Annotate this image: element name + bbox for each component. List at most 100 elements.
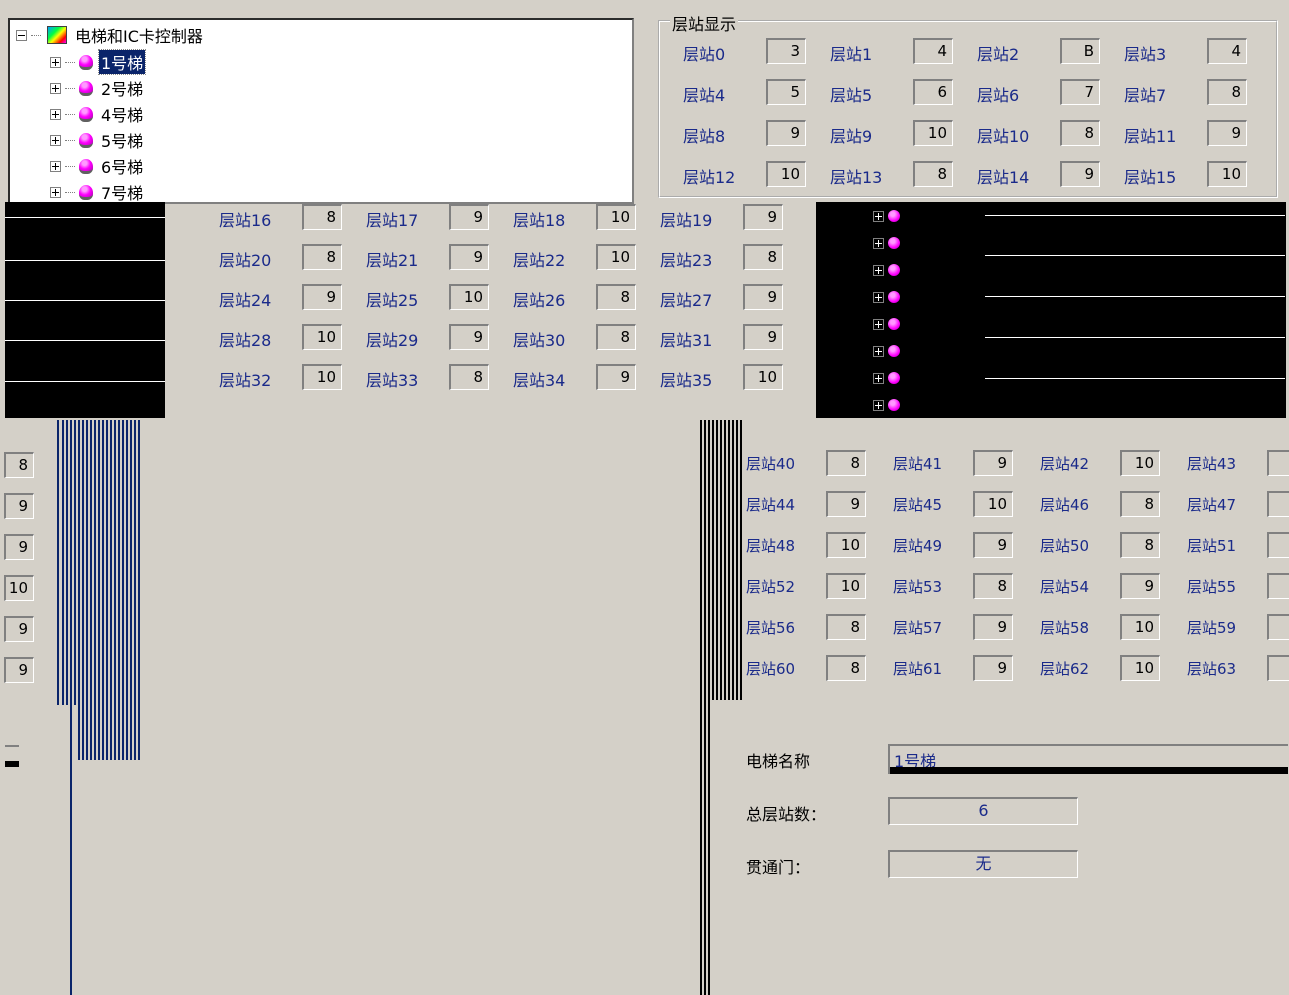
elevator-icon [888, 264, 900, 276]
station-value: 9 [973, 614, 1013, 640]
expand-icon [873, 291, 884, 303]
station-value: 8 [1207, 79, 1247, 105]
station-value: 10 [596, 204, 636, 230]
station-label: 层站34 [513, 371, 566, 390]
total-floors-label: 总层站数： [746, 805, 827, 824]
station-value: 9 [1060, 161, 1100, 187]
elevator-icon [79, 80, 93, 96]
station-label: 层站7 [1124, 86, 1167, 105]
station-label: 层站63 [1187, 660, 1237, 678]
station-value: 9 [743, 324, 783, 350]
station-label: 层站52 [746, 578, 796, 596]
artifact-line [985, 255, 1285, 256]
tree-item-artifact [873, 399, 900, 411]
station-label: 层站1 [830, 45, 873, 64]
station-label: 层站17 [366, 211, 419, 230]
elevator-icon [888, 372, 900, 384]
station-label: 层站3 [1124, 45, 1167, 64]
elevator-tree[interactable]: 电梯和IC卡控制器 1号梯 2号梯 4号梯 5号梯 6号梯 7号梯 [8, 18, 634, 204]
station-value: 10 [1120, 614, 1160, 640]
station-label: 层站62 [1040, 660, 1090, 678]
station-label: 层站28 [219, 331, 272, 350]
station-value: 8 [1060, 120, 1100, 146]
station-label: 层站18 [513, 211, 566, 230]
total-floors-field[interactable]: 6 [888, 797, 1078, 825]
artifact-line [106, 420, 108, 760]
tree-connector [31, 34, 41, 36]
station-value: 10 [302, 364, 342, 390]
expand-icon[interactable] [50, 82, 61, 94]
station-value: 8 [826, 614, 866, 640]
station-label: 层站9 [830, 127, 873, 146]
elevator-icon [79, 184, 93, 200]
station-label: 层站44 [746, 496, 796, 514]
station-label: 层站51 [1187, 537, 1237, 555]
station-label: 层站30 [513, 331, 566, 350]
station-label: 层站48 [746, 537, 796, 555]
artifact-line [94, 420, 96, 760]
artifact-line [98, 420, 100, 760]
station-value: 10 [826, 532, 866, 558]
tree-root[interactable]: 电梯和IC卡控制器 [16, 23, 205, 47]
station-value [1267, 532, 1289, 558]
station-value: 10 [1207, 161, 1247, 187]
expand-icon[interactable] [50, 56, 61, 68]
elevator-icon [888, 318, 900, 330]
elevator-icon [888, 210, 900, 222]
tree-item[interactable]: 5号梯 [50, 128, 145, 152]
tree-item[interactable]: 1号梯 [50, 49, 147, 75]
station-value: 9 [743, 284, 783, 310]
tree-item-artifact [873, 291, 900, 303]
artifact-bar [890, 767, 1288, 774]
tree-item[interactable]: 6号梯 [50, 154, 145, 178]
through-door-field[interactable]: 无 [888, 850, 1078, 878]
station-value [1267, 614, 1289, 640]
station-label: 层站54 [1040, 578, 1090, 596]
artifact-line [708, 420, 710, 995]
artifact-line [110, 420, 112, 760]
tree-item[interactable]: 2号梯 [50, 76, 145, 100]
station-label: 层站61 [893, 660, 943, 678]
station-value: 8 [596, 324, 636, 350]
elevator-name-field[interactable]: 1号梯 [888, 744, 1288, 774]
tree-item-label: 1号梯 [97, 49, 147, 75]
tree-item[interactable]: 4号梯 [50, 102, 145, 126]
station-label: 层站12 [683, 168, 736, 187]
station-label: 层站2 [977, 45, 1020, 64]
station-value: 10 [743, 364, 783, 390]
station-label: 层站55 [1187, 578, 1237, 596]
station-value: 8 [449, 364, 489, 390]
expand-icon[interactable] [50, 160, 61, 172]
artifact-line [5, 381, 165, 382]
station-label: 层站40 [746, 455, 796, 473]
station-value: B [1060, 38, 1100, 64]
station-value: 8 [302, 204, 342, 230]
station-label: 层站60 [746, 660, 796, 678]
tree-item-artifact [873, 318, 900, 330]
tree-item[interactable]: 7号梯 [50, 180, 145, 202]
elevator-icon [888, 291, 900, 303]
station-value: 9 [4, 657, 34, 683]
artifact-line [57, 420, 59, 705]
station-label: 层站19 [660, 211, 713, 230]
expand-icon[interactable] [50, 134, 61, 146]
artifact-line [138, 420, 140, 760]
expand-icon [873, 345, 884, 357]
expand-icon[interactable] [50, 186, 61, 198]
station-value: 4 [913, 38, 953, 64]
expand-icon [873, 318, 884, 330]
station-label: 层站5 [830, 86, 873, 105]
expand-icon[interactable] [50, 108, 61, 120]
artifact-line [5, 300, 165, 301]
artifact-line [985, 337, 1285, 338]
artifact-line [122, 420, 124, 760]
tree-item-artifact [873, 264, 900, 276]
collapse-icon[interactable] [16, 29, 27, 41]
station-label: 层站58 [1040, 619, 1090, 637]
station-value: 5 [766, 79, 806, 105]
artifact-box [5, 745, 19, 767]
station-label: 层站43 [1187, 455, 1237, 473]
station-value: 10 [302, 324, 342, 350]
artifact-line [716, 420, 718, 700]
station-display-title: 层站显示 [670, 11, 739, 35]
